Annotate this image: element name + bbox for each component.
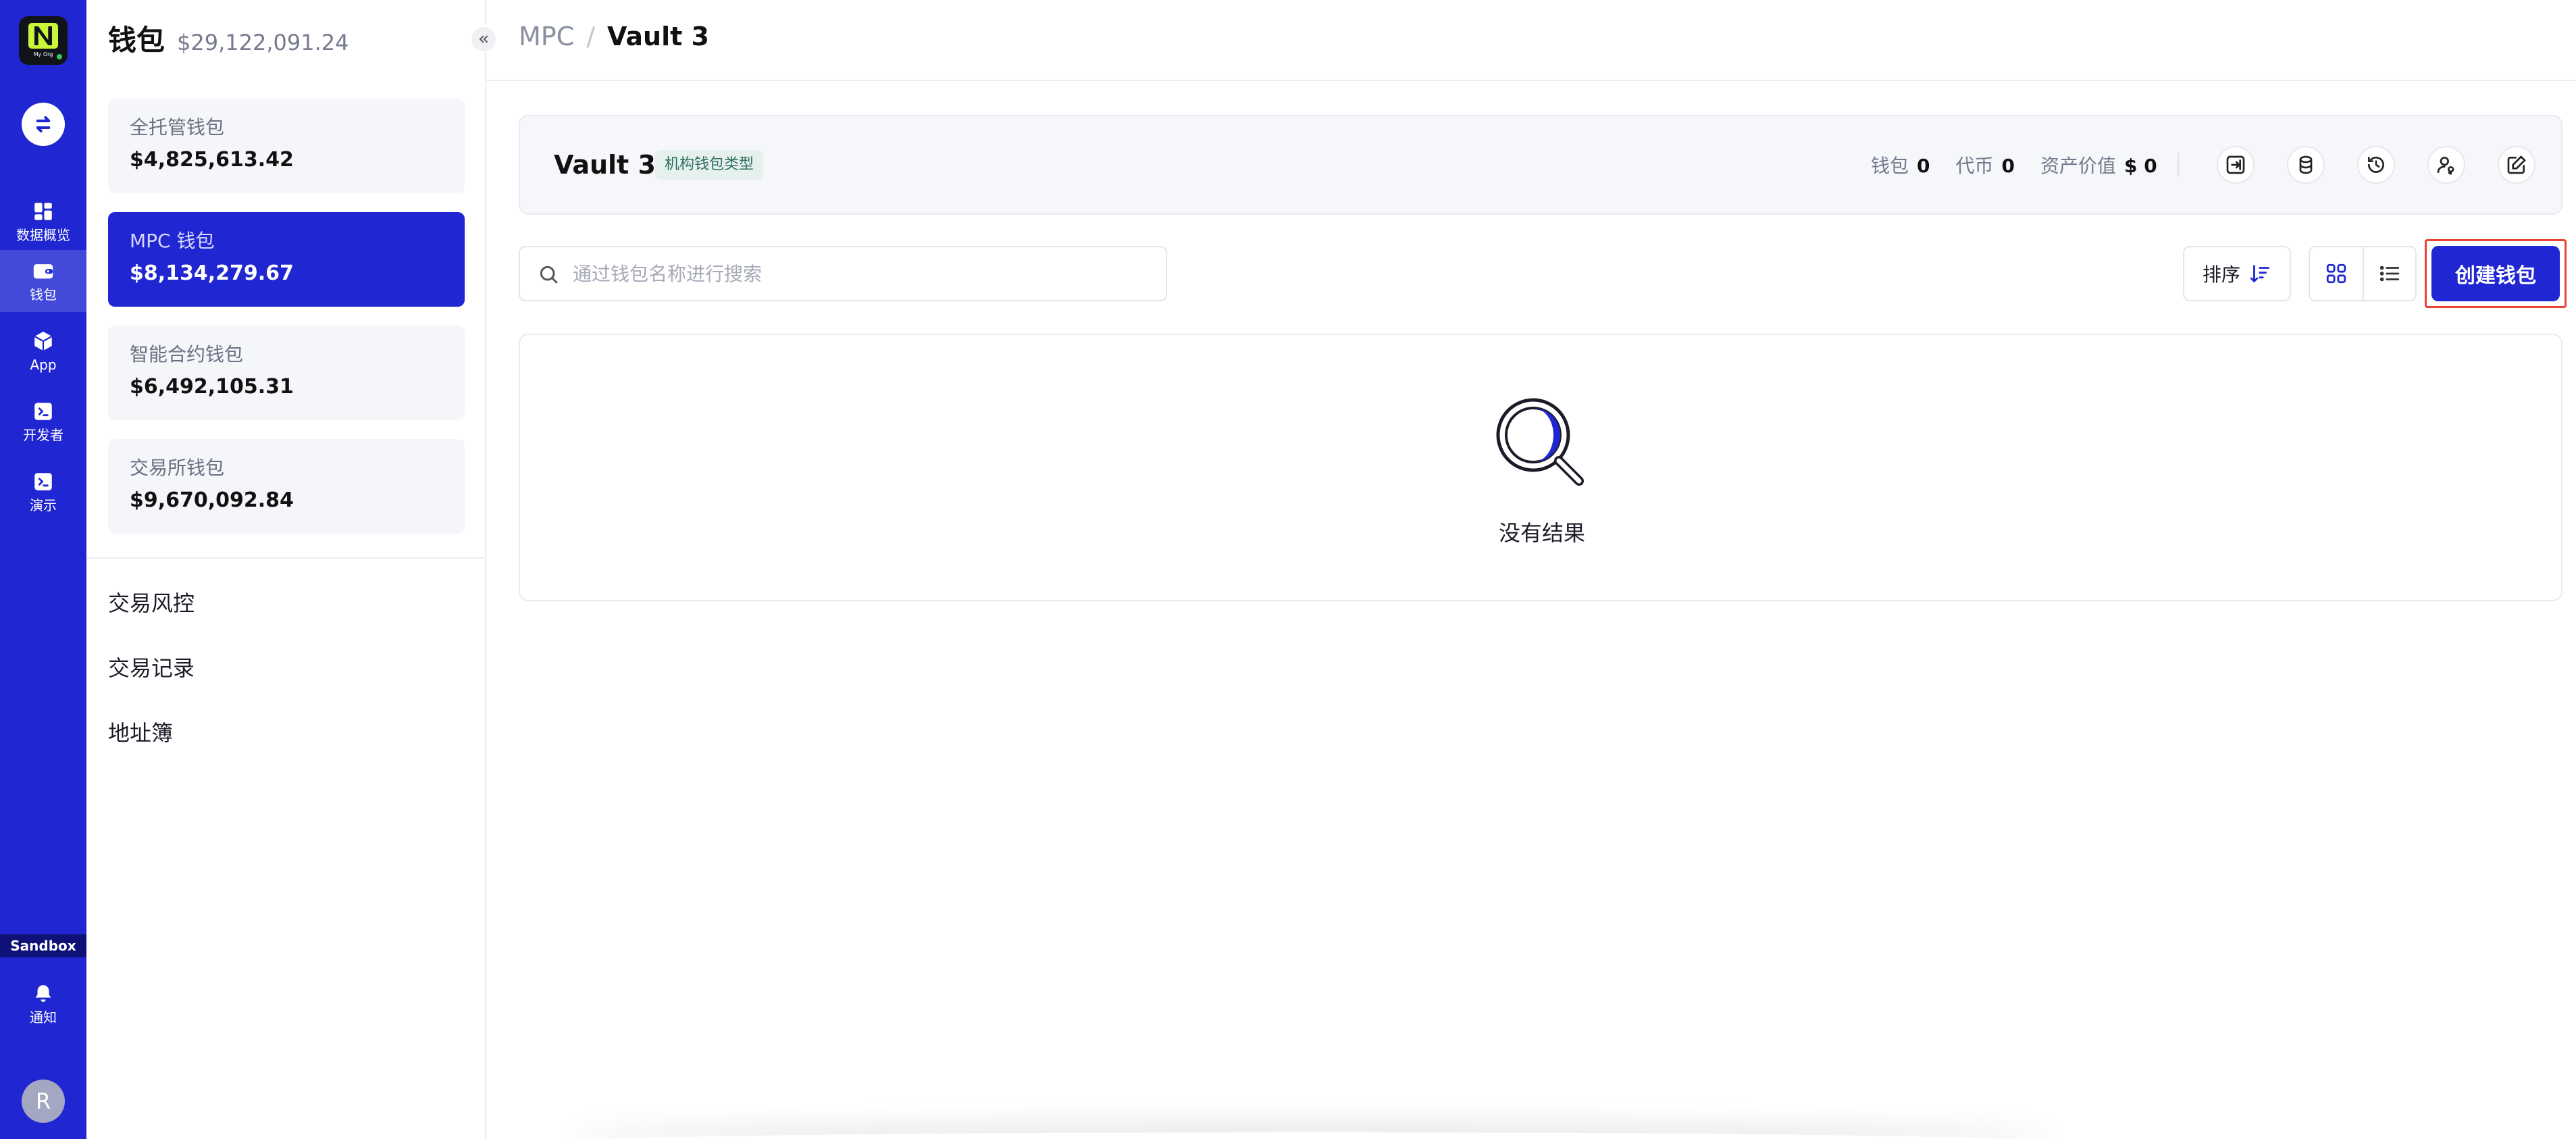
- vault-summary-bar: Vault 3 机构钱包类型 钱包 0 代币 0 资产价值 $ 0: [519, 115, 2562, 215]
- wallet-card-amount: $6,492,105.31: [130, 375, 294, 399]
- coins-icon: [2299, 155, 2313, 174]
- rail-item-wallet[interactable]: 钱包: [0, 250, 86, 312]
- wallet-card-amount: $9,670,092.84: [130, 488, 294, 512]
- org-logo[interactable]: My Org: [19, 16, 68, 65]
- grid-view-button[interactable]: [2310, 247, 2363, 300]
- stat-value: $ 0: [2124, 155, 2157, 177]
- page-title: Vault 3: [607, 22, 709, 51]
- rail-item-label: 演示: [30, 497, 57, 513]
- vault-stats: 钱包 0 代币 0 资产价值 $ 0: [1871, 151, 2157, 178]
- login-icon: [2226, 155, 2245, 174]
- bottom-shadow: [567, 1132, 2053, 1139]
- sort-label: 排序: [2202, 263, 2240, 286]
- header-divider: [486, 80, 2576, 81]
- stat-label: 钱包: [1871, 155, 1909, 177]
- deposit-button[interactable]: [2217, 146, 2255, 184]
- stat-label: 代币: [1955, 155, 1994, 177]
- stat-wallets: 钱包 0: [1871, 151, 1930, 178]
- view-toggle: [2309, 246, 2417, 301]
- panel-divider: [86, 557, 486, 559]
- list-icon: [2379, 265, 2400, 282]
- breadcrumb-separator: /: [586, 22, 596, 51]
- wallet-icon: [33, 264, 53, 279]
- wallet-card-exchange[interactable]: 交易所钱包 $9,670,092.84: [108, 439, 465, 534]
- rail-item-dashboard[interactable]: 数据概览: [0, 191, 86, 253]
- rail-item-label: 数据概览: [16, 227, 70, 243]
- stat-asset-value: 资产价值 $ 0: [2040, 151, 2157, 178]
- bell-icon: [35, 985, 51, 1003]
- search-input[interactable]: [573, 247, 1154, 300]
- stat-label: 资产价值: [2040, 155, 2117, 177]
- rail-item-developer[interactable]: 开发者: [0, 390, 86, 453]
- sort-descending-icon: [2250, 265, 2270, 282]
- rail-item-demo[interactable]: 演示: [0, 461, 86, 523]
- wallet-card-name: 智能合约钱包: [130, 343, 244, 365]
- stat-tokens: 代币 0: [1956, 151, 2015, 178]
- panel-total-balance: $29,122,091.24: [177, 30, 349, 55]
- terminal-icon: [34, 473, 52, 490]
- wallet-card-custodial[interactable]: 全托管钱包 $4,825,613.42: [108, 99, 465, 193]
- wallet-card-smart-contract[interactable]: 智能合约钱包 $6,492,105.31: [108, 326, 465, 420]
- wallet-card-mpc[interactable]: MPC 钱包 $8,134,279.67: [108, 212, 465, 307]
- wallet-card-name: 交易所钱包: [130, 457, 225, 479]
- terminal-icon: [34, 403, 52, 420]
- cube-icon: [34, 331, 53, 351]
- breadcrumb-root[interactable]: MPC: [519, 22, 574, 51]
- edit-vault-button[interactable]: [2498, 146, 2535, 184]
- vault-name: Vault 3: [554, 150, 656, 180]
- org-logo-mark: [28, 23, 58, 49]
- edit-icon: [2507, 155, 2526, 174]
- empty-state-text: 没有结果: [1498, 520, 1585, 546]
- wallet-search: [519, 246, 1167, 301]
- app-rail: My Org 数据概览 钱包 App 开发者 演示 Sandbox 通知 R: [0, 0, 86, 1139]
- stat-value: 0: [2001, 155, 2015, 177]
- rail-item-label: 开发者: [23, 427, 63, 443]
- members-button[interactable]: [2427, 146, 2465, 184]
- nav-link-transactions[interactable]: 交易记录: [108, 651, 195, 682]
- create-wallet-button[interactable]: 创建钱包: [2431, 246, 2560, 301]
- panel-header: 钱包 $29,122,091.24: [108, 18, 349, 59]
- grid-icon: [2326, 263, 2346, 284]
- online-status-dot: [55, 53, 63, 61]
- search-icon: [540, 265, 558, 284]
- stats-divider: [2178, 153, 2179, 177]
- sandbox-badge: Sandbox: [0, 934, 86, 957]
- wallet-card-amount: $8,134,279.67: [130, 261, 294, 285]
- user-avatar[interactable]: R: [22, 1080, 65, 1123]
- rail-item-label: 钱包: [30, 286, 57, 303]
- history-icon: [2368, 156, 2384, 173]
- wallet-card-name: 全托管钱包: [130, 116, 225, 138]
- sort-button[interactable]: 排序: [2183, 246, 2291, 301]
- history-button[interactable]: [2357, 146, 2395, 184]
- nav-link-risk-control[interactable]: 交易风控: [108, 586, 195, 617]
- rail-item-app[interactable]: App: [0, 320, 86, 382]
- wallet-panel: 钱包 $29,122,091.24 全托管钱包 $4,825,613.42 MP…: [86, 0, 497, 1139]
- wallet-card-amount: $4,825,613.42: [130, 148, 294, 172]
- stat-value: 0: [1917, 155, 1930, 177]
- swap-icon[interactable]: [22, 103, 65, 146]
- wallet-card-name: MPC 钱包: [130, 230, 215, 252]
- vault-type-badge: 机构钱包类型: [655, 150, 764, 180]
- tokens-button[interactable]: [2287, 146, 2325, 184]
- list-view-button[interactable]: [2362, 247, 2415, 300]
- wallet-results: 没有结果: [519, 334, 2562, 601]
- rail-item-notifications[interactable]: 通知: [0, 973, 86, 1035]
- dashboard-icon: [34, 203, 52, 220]
- rail-item-label: App: [30, 357, 57, 373]
- panel-title: 钱包: [108, 24, 165, 57]
- breadcrumb: MPC / Vault 3: [519, 22, 709, 51]
- magnifier-empty-icon: [1496, 398, 1584, 486]
- main-content: MPC / Vault 3 Vault 3 机构钱包类型 钱包 0 代币 0 资产价…: [486, 0, 2576, 1139]
- nav-link-address-book[interactable]: 地址簿: [108, 716, 173, 747]
- rail-item-label: 通知: [30, 1009, 57, 1026]
- user-key-icon: [2437, 157, 2454, 175]
